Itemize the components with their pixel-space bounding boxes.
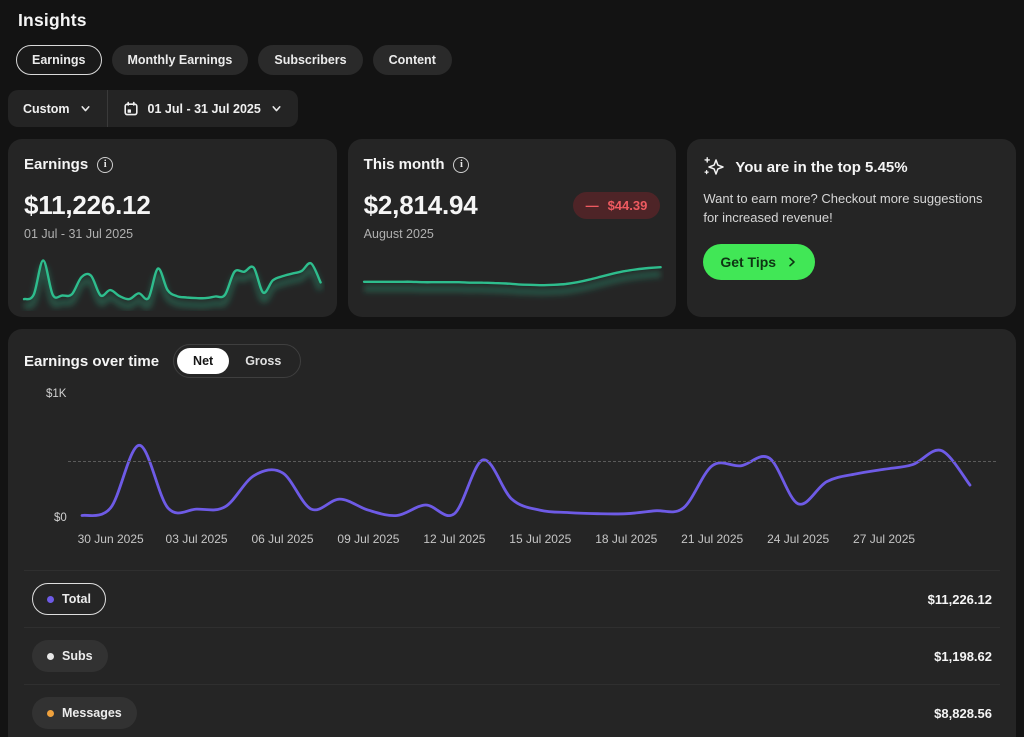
page-title: Insights xyxy=(18,10,87,30)
total-dot xyxy=(47,595,54,603)
this-month-period: August 2025 xyxy=(363,227,434,241)
tips-card-body: Want to earn more? Checkout more suggest… xyxy=(703,191,983,225)
legend-label-messages: Messages xyxy=(62,706,122,720)
tab-monthly-earnings[interactable]: Monthly Earnings xyxy=(111,45,249,75)
earnings-sparkline xyxy=(22,249,324,310)
toggle-net[interactable]: Net xyxy=(177,348,230,374)
tab-content[interactable]: Content xyxy=(372,45,452,75)
this-month-value: $2,814.94 xyxy=(363,190,478,220)
info-icon[interactable]: i xyxy=(97,156,114,173)
x-tick-label: 30 Jun 2025 xyxy=(77,532,144,546)
date-range-dropdown[interactable]: 01 Jul - 31 Jul 2025 xyxy=(108,90,298,127)
date-filter-bar: Custom 01 Jul - 31 Jul 2025 xyxy=(8,90,298,127)
calendar-icon xyxy=(123,101,138,115)
legend-value-messages: $8,828.56 xyxy=(934,705,992,721)
info-icon[interactable]: i xyxy=(453,156,470,173)
tab-subscribers[interactable]: Subscribers xyxy=(258,45,363,75)
earnings-total-value: $11,226.12 xyxy=(24,190,151,220)
earnings-period: 01 Jul - 31 Jul 2025 xyxy=(24,227,134,241)
get-tips-button[interactable]: Get Tips xyxy=(703,243,816,280)
earnings-over-time-panel: Earnings over time Net Gross $1K $0 30 J… xyxy=(8,329,1016,737)
this-month-card-title: This month xyxy=(363,156,445,173)
earnings-card: Earnings i $11,226.12 01 Jul - 31 Jul 20… xyxy=(8,139,337,317)
legend-pill-messages[interactable]: Messages xyxy=(32,697,137,729)
earnings-over-time-title: Earnings over time xyxy=(24,352,160,370)
legend-pill-total[interactable]: Total xyxy=(32,583,106,615)
this-month-card: This month i $2,814.94 — $44.39 August 2… xyxy=(347,139,677,317)
y-axis-label-0: $0 xyxy=(54,512,67,524)
chevron-right-icon xyxy=(789,257,795,267)
net-gross-toggle: Net Gross xyxy=(173,344,302,378)
get-tips-label: Get Tips xyxy=(720,253,777,270)
legend-label-subs: Subs xyxy=(62,649,93,663)
insights-tabs: Earnings Monthly Earnings Subscribers Co… xyxy=(16,45,1016,75)
date-range-label: 01 Jul - 31 Jul 2025 xyxy=(147,101,261,116)
x-tick-label: 21 Jul 2025 xyxy=(681,532,744,546)
legend-value-subs: $1,198.62 xyxy=(934,648,992,664)
x-tick-label: 12 Jul 2025 xyxy=(423,532,486,546)
earnings-chart: $1K $0 30 Jun 2025 03 Jul 2025 06 Jul 2025… xyxy=(24,384,1000,556)
legend-label-total: Total xyxy=(62,592,91,606)
x-tick-label: 24 Jul 2025 xyxy=(767,532,830,546)
dashed-gridline xyxy=(68,460,996,462)
delta-amount: $44.39 xyxy=(607,198,648,213)
tips-card: You are in the top 5.45% Want to earn mo… xyxy=(687,139,1016,317)
x-tick-label: 15 Jul 2025 xyxy=(509,532,572,546)
summary-cards: Earnings i $11,226.12 01 Jul - 31 Jul 20… xyxy=(8,139,1016,317)
range-type-label: Custom xyxy=(23,101,70,116)
chevron-down-icon xyxy=(80,106,90,112)
legend-row-messages: Messages $8,828.56 xyxy=(24,684,1000,737)
sparkle-icon xyxy=(704,157,725,175)
tips-card-title: You are in the top 5.45% xyxy=(735,158,908,176)
this-month-sparkline xyxy=(360,249,665,296)
legend-value-total: $11,226.12 xyxy=(927,591,992,607)
subs-dot xyxy=(47,652,54,660)
legend-pill-subs[interactable]: Subs xyxy=(32,640,108,672)
legend-row-subs: Subs $1,198.62 xyxy=(24,627,1000,684)
x-tick-label: 27 Jul 2025 xyxy=(853,532,916,546)
x-tick-label: 18 Jul 2025 xyxy=(595,532,658,546)
chart-legend: Total $11,226.12 Subs $1,198.62 Messages… xyxy=(24,570,1000,737)
insights-page: Insights Earnings Monthly Earnings Subsc… xyxy=(0,0,1024,737)
delta-badge: — $44.39 xyxy=(572,192,661,219)
range-type-dropdown[interactable]: Custom xyxy=(8,90,107,127)
delta-sign: — xyxy=(585,198,599,213)
chart-plot-area[interactable] xyxy=(24,396,1000,524)
tab-earnings[interactable]: Earnings xyxy=(16,45,102,75)
x-axis-labels: 30 Jun 2025 03 Jul 2025 06 Jul 2025 09 Jul … xyxy=(24,532,1000,548)
x-tick-label: 09 Jul 2025 xyxy=(337,532,400,546)
chevron-down-icon xyxy=(272,106,281,112)
x-tick-label: 03 Jul 2025 xyxy=(165,532,228,546)
x-tick-label: 06 Jul 2025 xyxy=(251,532,314,546)
earnings-card-title: Earnings xyxy=(24,156,89,173)
toggle-gross[interactable]: Gross xyxy=(229,348,297,374)
messages-dot xyxy=(47,709,54,717)
legend-row-total: Total $11,226.12 xyxy=(24,570,1000,627)
